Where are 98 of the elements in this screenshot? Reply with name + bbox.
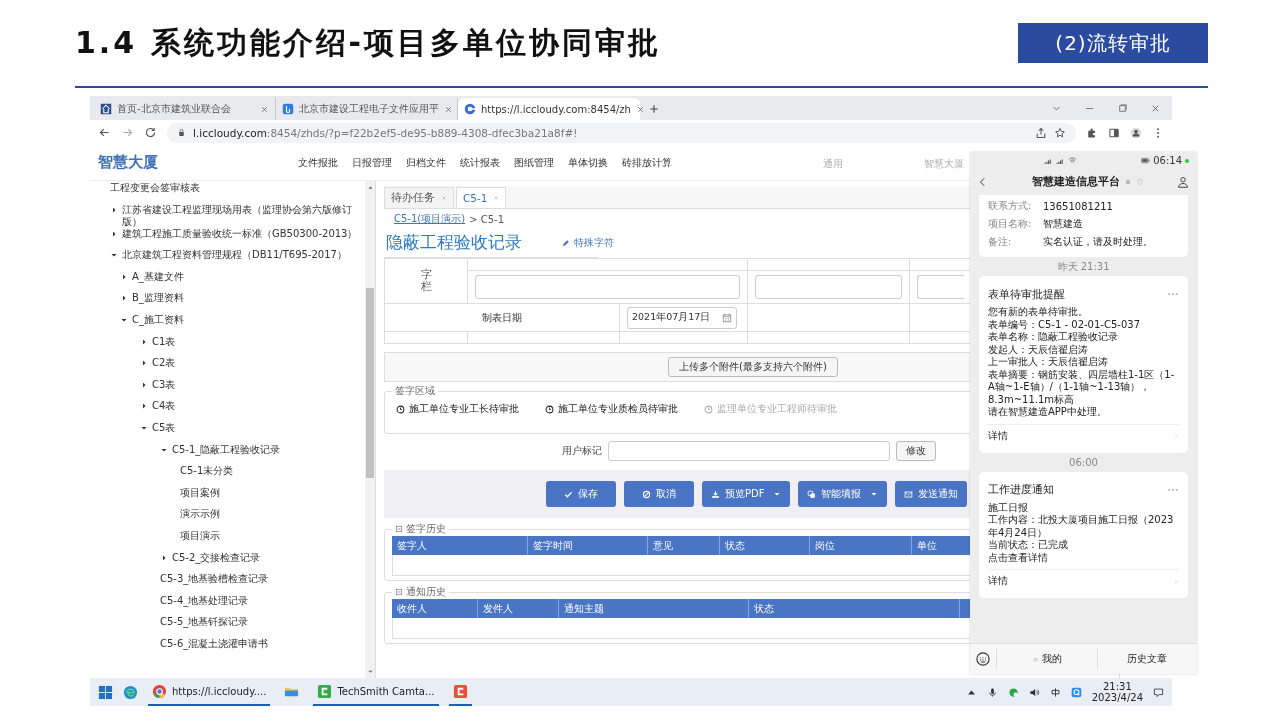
breadcrumb-current: > C5-1: [469, 213, 504, 225]
message-card[interactable]: 表单待审批提醒 您有新的表单待审批。 表单编号：C5-1 - 02-01-C5-037 表单名称：隐蔽工程验收记录 发起人：天辰信翟启涛 上一审批人：天辰信翟启涛 表单摘要：钢筋安装、四层墙柱1-1区（1-A轴~1-E轴）/（1-1轴~1-13轴），8.3m~11.1m标高 请在智慧建造APP中处理。 详情: [979, 276, 1188, 453]
column-header: 签字时间: [528, 536, 648, 555]
column-header: 岗位: [810, 536, 912, 555]
tree-item[interactable]: C4表: [152, 400, 176, 413]
message-line: 工作内容：北投大厦项目施工日报（2023年4月24日）: [988, 514, 1175, 539]
message-line: 表单名称：隐蔽工程验收记录: [988, 331, 1119, 344]
approval-step: 监理单位专业工程师待审批: [717, 402, 837, 416]
section-badge: (2)流转审批: [1018, 23, 1208, 63]
message-line: 当前状态：已完成: [988, 539, 1069, 552]
message-card[interactable]: 联系方式: 13651081211 项目名称: 智慧建造 备注: 实名认证，请及时处理。: [979, 195, 1188, 257]
action-button[interactable]: 取消: [624, 481, 694, 507]
column-header: 状态: [720, 536, 810, 555]
message-title: 工作进度通知: [988, 482, 1054, 497]
nav-link[interactable]: 日报管理: [352, 155, 392, 170]
special-characters-link[interactable]: 特殊字符: [562, 236, 614, 250]
timestamp: 昨天 21:31: [1056, 260, 1111, 274]
column-header: 意见: [648, 536, 720, 555]
upload-button[interactable]: 上传多个附件(最多支持六个附件): [668, 357, 838, 377]
approval-step: 施工单位专业质检员待审批: [558, 402, 678, 416]
tree-item[interactable]: 项目演示: [180, 529, 220, 542]
approval-step: 施工单位专业工长待审批: [409, 402, 519, 416]
menu-button[interactable]: 历史文章: [1096, 649, 1197, 669]
tree-item[interactable]: C5-2_交接检查记录: [172, 551, 261, 564]
info-label: 项目名称:: [988, 217, 1033, 231]
info-label: 备注:: [988, 235, 1013, 249]
action-button[interactable]: 发送通知: [895, 481, 968, 507]
tree-item[interactable]: C5表: [152, 421, 176, 434]
message-line: 上一审批人：天辰信翟启涛: [988, 356, 1109, 369]
tree-item[interactable]: 项目案例: [180, 486, 220, 499]
tree-item[interactable]: C5-3_地基验槽检查记录: [160, 573, 269, 586]
tree-item[interactable]: 工程变更会签审核表: [110, 182, 200, 194]
tree-item[interactable]: C5-1未分类: [180, 465, 234, 478]
tree-item[interactable]: 北京建筑工程资料管理规程（DB11/T695-2017）: [122, 249, 347, 262]
message-line: 表单摘要：钢筋安装、四层墙柱1-1区（1-A轴~1-E轴）/（1-1轴~1-13轴），8.3m~11.1m标高: [988, 368, 1176, 406]
section-legend: 签字历史: [406, 522, 446, 536]
tree-item[interactable]: C5-6_混凝土浇灌申请书: [160, 637, 269, 650]
info-value: 智慧建造: [1043, 217, 1083, 231]
section-legend: 通知历史: [406, 585, 446, 599]
column-header: 发件人: [478, 599, 559, 618]
message-card[interactable]: 工作进度通知 施工日报 工作内容：北投大厦项目施工日报（2023年4月24日） 当前状态：已完成 点击查看详情 详情: [979, 471, 1188, 598]
nav-link[interactable]: 砖排放计算: [622, 155, 672, 170]
content-tab[interactable]: C5-1: [456, 187, 507, 208]
info-value: 实名认证，请及时处理。: [1043, 235, 1153, 249]
taskbar-app[interactable]: https://l.iccloudy....: [148, 678, 271, 706]
details-link[interactable]: 详情: [988, 574, 1008, 588]
menu-button[interactable]: 我的: [996, 649, 1097, 669]
column-header: 签字人: [392, 536, 528, 555]
date-field[interactable]: 2021年07月17日: [627, 306, 737, 329]
tree-item[interactable]: C_施工资料: [132, 313, 184, 326]
tree-item[interactable]: C5-1_隐蔽工程验收记录: [172, 443, 281, 456]
tree-item[interactable]: 建筑工程施工质量验收统一标准（GB50300-2013）: [122, 227, 358, 240]
modify-button[interactable]: 修改: [896, 441, 936, 461]
chat-title: 智慧建造信息平台: [1032, 175, 1120, 189]
tree-item[interactable]: C5-4_地基处理记录: [160, 594, 249, 607]
action-button[interactable]: 智能填报: [798, 481, 888, 507]
message-line: 施工日报: [988, 501, 1029, 514]
nav-link[interactable]: 文件报批: [298, 155, 338, 170]
column-header: 状态: [749, 599, 960, 618]
action-button[interactable]: 预览PDF: [702, 481, 791, 507]
message-line: 您有新的表单待审批。: [988, 306, 1089, 319]
taskbar-clock[interactable]: 21:31 2023/4/24: [1091, 681, 1143, 703]
tree-item[interactable]: C2表: [152, 357, 176, 370]
message-line: 发起人：天辰信翟启涛: [988, 343, 1089, 356]
tree-item[interactable]: 演示示例: [180, 508, 220, 521]
tree-item[interactable]: C3表: [152, 378, 176, 391]
tree-item[interactable]: C5-5_地基钎探记录: [160, 616, 249, 629]
details-link[interactable]: 详情: [988, 428, 1008, 443]
tree-item[interactable]: C1表: [152, 335, 176, 348]
status-time: 06:14: [1153, 155, 1182, 166]
column-header: 通知主题: [559, 599, 749, 618]
signature-label: 字栏: [420, 268, 432, 294]
user-mark-label: 用户标记: [562, 444, 602, 458]
nav-link[interactable]: 单体切换: [568, 155, 608, 170]
timestamp: 06:00: [1068, 455, 1099, 470]
message-title: 表单待审批提醒: [988, 286, 1065, 302]
breadcrumb-link[interactable]: C5-1(项目演示): [394, 212, 466, 226]
page-title: 隐蔽工程验收记录: [386, 232, 522, 254]
section-legend: 签字区域: [392, 384, 438, 398]
date-label: 制表日期: [482, 311, 522, 323]
message-line: 表单编号：C5-1 - 02-01-C5-037: [988, 318, 1141, 331]
app-logo: 智慧大厦: [98, 153, 159, 172]
action-button[interactable]: 保存: [546, 481, 616, 507]
taskbar-app[interactable]: TechSmith Camta...: [313, 678, 439, 706]
tree-item[interactable]: A_基建文件: [132, 270, 184, 283]
browser-tab[interactable]: https://l.iccloudy.com:8454/zh: [458, 98, 640, 120]
tree-item[interactable]: B_监理资料: [132, 292, 184, 305]
tree-item[interactable]: 江苏省建设工程监理现场用表（监理协会第六版修订版）: [122, 203, 365, 228]
address-field[interactable]: l.iccloudy.com:8454/zhds/?p=f22b2ef5-de95-b889-4308-dfec3ba21a8f#!: [167, 122, 1076, 143]
nav-link[interactable]: 归档文件: [406, 155, 446, 170]
slide-title: 1.4 系统功能介绍-项目多单位协同审批: [75, 23, 663, 62]
info-label: 联系方式:: [988, 199, 1033, 213]
nav-link[interactable]: 图纸管理: [514, 155, 554, 170]
column-header: 收件人: [392, 599, 478, 618]
info-value: 13651081211: [1043, 200, 1113, 212]
message-line: 请在智慧建造APP中处理。: [988, 406, 1108, 419]
content-tab[interactable]: 待办任务: [384, 187, 454, 208]
nav-link[interactable]: 统计报表: [460, 155, 500, 170]
